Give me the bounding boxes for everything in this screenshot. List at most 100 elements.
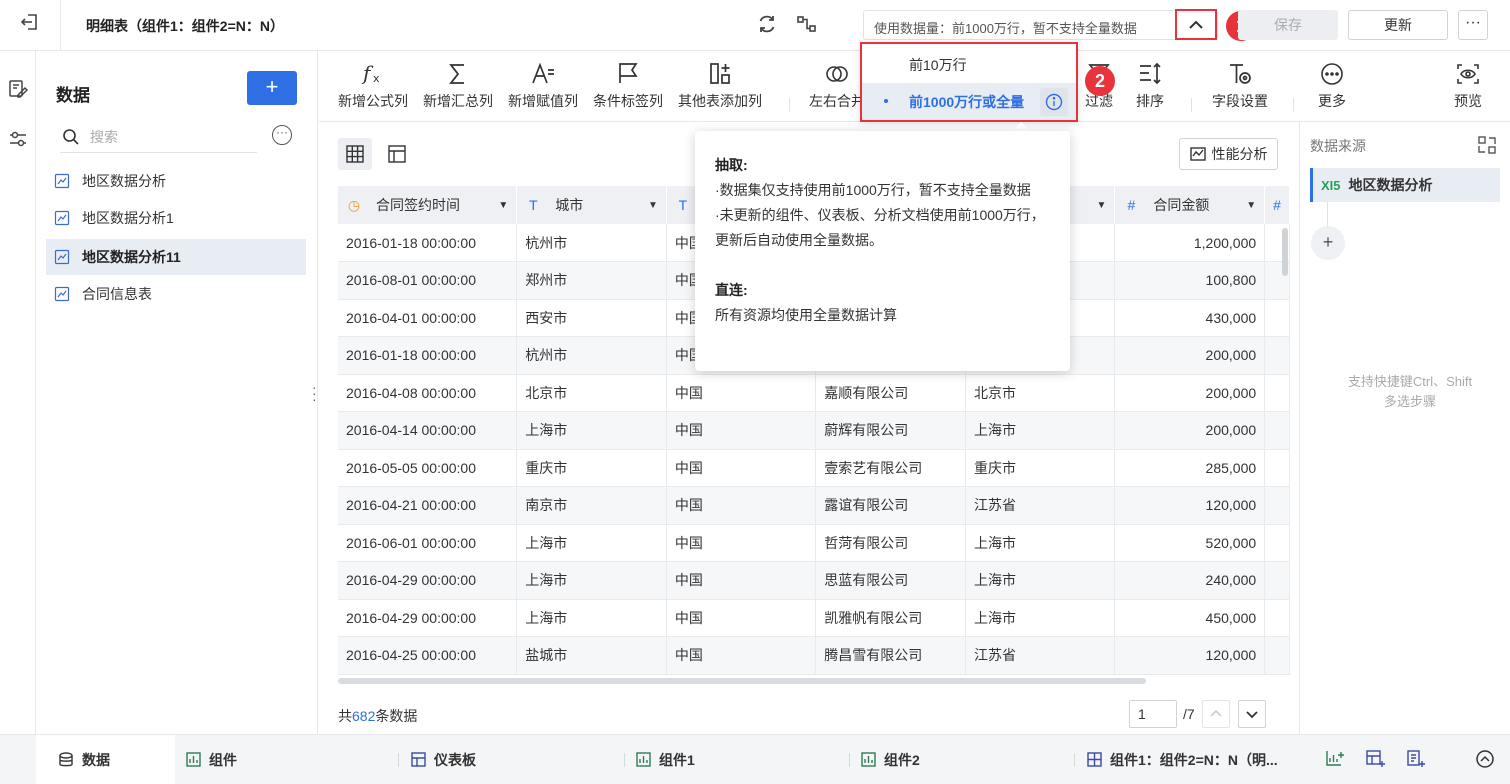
table-cell[interactable]: 盐城市 bbox=[516, 636, 667, 675]
layout-view-button[interactable] bbox=[380, 138, 414, 170]
performance-analysis-button[interactable]: 性能分析 bbox=[1179, 138, 1278, 170]
table-cell[interactable]: 上海市 bbox=[965, 524, 1116, 562]
table-cell[interactable]: 450,000 bbox=[1114, 599, 1266, 637]
table-cell[interactable]: 上海市 bbox=[516, 411, 667, 450]
table-cell[interactable]: 2016-04-14 00:00:00 bbox=[338, 411, 518, 450]
save-button[interactable]: 保存 bbox=[1238, 10, 1338, 40]
caret-down-icon[interactable]: ▼ bbox=[1096, 200, 1106, 211]
search-input[interactable]: 搜索 bbox=[60, 121, 257, 153]
table-cell[interactable]: 蔚辉有限公司 bbox=[815, 411, 966, 450]
table-cell[interactable]: 120,000 bbox=[1114, 636, 1266, 675]
more-tools-button[interactable]: 更多 bbox=[1318, 61, 1346, 111]
table-cell[interactable]: 中国 bbox=[666, 636, 817, 675]
column-header-7[interactable]: # bbox=[1264, 186, 1290, 224]
table-cell[interactable]: 南京市 bbox=[516, 486, 667, 525]
table-cell[interactable]: 腾昌雪有限公司 bbox=[815, 636, 966, 675]
tab-dashboard[interactable]: 仪表板 bbox=[411, 735, 476, 784]
tab-component-2[interactable]: 组件2 bbox=[861, 735, 920, 784]
table-cell[interactable]: 2016-04-21 00:00:00 bbox=[338, 486, 518, 525]
add-summary-column-button[interactable]: 新增汇总列 bbox=[423, 61, 493, 111]
table-cell[interactable]: 中国 bbox=[666, 599, 817, 637]
data-edit-icon[interactable] bbox=[8, 79, 29, 99]
more-icon[interactable]: ··· bbox=[272, 125, 292, 145]
merge-left-right-button[interactable]: 左右合并 bbox=[809, 61, 865, 111]
table-cell[interactable]: 上海市 bbox=[516, 599, 667, 637]
option-first-10m-or-all[interactable]: 前1000万行或全量 bbox=[862, 83, 1076, 120]
table-cell[interactable]: 2016-01-18 00:00:00 bbox=[338, 336, 518, 375]
add-data-button[interactable]: + bbox=[247, 71, 297, 105]
table-cell[interactable]: 北京市 bbox=[516, 374, 667, 412]
tab-data[interactable]: 数据 bbox=[36, 735, 175, 784]
settings-sliders-icon[interactable] bbox=[8, 129, 28, 149]
vertical-scrollbar[interactable] bbox=[1282, 228, 1288, 276]
update-button[interactable]: 更新 bbox=[1348, 10, 1448, 40]
table-cell[interactable]: 杭州市 bbox=[516, 336, 667, 375]
tab-component-1[interactable]: 组件1 bbox=[636, 735, 695, 784]
more-options-button[interactable]: ··· bbox=[1458, 10, 1488, 40]
add-condition-tag-button[interactable]: 条件标签列 bbox=[593, 61, 663, 111]
refresh-icon[interactable] bbox=[756, 13, 778, 35]
table-cell[interactable]: 思蓝有限公司 bbox=[815, 561, 966, 600]
table-cell[interactable]: 2016-04-08 00:00:00 bbox=[338, 374, 518, 412]
page-input[interactable]: 1 bbox=[1129, 700, 1177, 728]
grid-view-button[interactable] bbox=[338, 138, 372, 170]
lineage-icon[interactable] bbox=[796, 13, 818, 35]
table-cell[interactable]: 200,000 bbox=[1114, 374, 1266, 412]
tab-component[interactable]: 组件 bbox=[186, 735, 237, 784]
table-cell[interactable]: 2016-04-29 00:00:00 bbox=[338, 599, 518, 637]
column-header-contract-time[interactable]: ◷ 合同签约时间 ▼ bbox=[338, 186, 518, 224]
info-icon[interactable] bbox=[1040, 88, 1068, 116]
add-assign-column-button[interactable]: 新增赋值列 bbox=[508, 61, 578, 111]
table-cell[interactable]: 露谊有限公司 bbox=[815, 486, 966, 525]
exit-icon[interactable] bbox=[18, 12, 42, 36]
next-page-button[interactable] bbox=[1238, 700, 1266, 728]
table-cell[interactable]: 240,000 bbox=[1114, 561, 1266, 600]
table-cell[interactable]: 嘉顺有限公司 bbox=[815, 374, 966, 412]
table-cell[interactable]: 上海市 bbox=[965, 411, 1116, 450]
add-step-button[interactable]: + bbox=[1311, 226, 1345, 260]
table-cell[interactable]: 杭州市 bbox=[516, 224, 667, 262]
column-header-city[interactable]: T 城市 ▼ bbox=[516, 186, 667, 224]
add-from-other-table-button[interactable]: 其他表添加列 bbox=[678, 61, 762, 111]
table-cell[interactable]: 哲菏有限公司 bbox=[815, 524, 966, 562]
table-cell[interactable]: 上海市 bbox=[965, 561, 1116, 600]
add-formula-column-button[interactable]: fx 新增公式列 bbox=[338, 61, 408, 111]
add-component-icon[interactable] bbox=[1325, 749, 1345, 769]
collapse-tabs-icon[interactable] bbox=[1475, 749, 1495, 769]
table-cell[interactable]: 2016-04-25 00:00:00 bbox=[338, 636, 518, 675]
tree-item-region-analysis-1[interactable]: 地区数据分析1 bbox=[46, 200, 306, 236]
table-cell[interactable]: 2016-04-29 00:00:00 bbox=[338, 561, 518, 600]
table-cell[interactable]: 重庆市 bbox=[516, 449, 667, 487]
caret-down-icon[interactable]: ▼ bbox=[648, 200, 658, 211]
table-cell[interactable]: 凯雅帆有限公司 bbox=[815, 599, 966, 637]
table-cell[interactable]: 2016-06-01 00:00:00 bbox=[338, 524, 518, 562]
table-cell[interactable]: 北京市 bbox=[965, 374, 1116, 412]
tree-item-contract-info[interactable]: 合同信息表 bbox=[46, 276, 306, 312]
tab-detail-table[interactable]: 组件1：组件2=N：N（明... bbox=[1087, 735, 1278, 784]
caret-down-icon[interactable]: ▼ bbox=[498, 200, 508, 211]
add-dashboard-icon[interactable] bbox=[1365, 749, 1385, 769]
data-source-item[interactable]: XI5 地区数据分析 bbox=[1310, 168, 1500, 202]
table-cell[interactable]: 100,800 bbox=[1114, 261, 1266, 300]
table-cell[interactable]: 郑州市 bbox=[516, 261, 667, 300]
horizontal-scrollbar[interactable] bbox=[338, 678, 1146, 684]
panel-resize-handle[interactable]: · · · bbox=[312, 380, 317, 406]
table-cell[interactable]: 2016-05-05 00:00:00 bbox=[338, 449, 518, 487]
table-cell[interactable]: 2016-08-01 00:00:00 bbox=[338, 261, 518, 300]
add-report-icon[interactable] bbox=[1405, 749, 1425, 769]
option-first-100k[interactable]: 前10万行 bbox=[862, 46, 1076, 83]
column-header-contract-amount[interactable]: # 合同金额 ▼ bbox=[1114, 186, 1266, 224]
tree-item-region-analysis[interactable]: 地区数据分析 bbox=[46, 163, 306, 199]
table-cell[interactable]: 中国 bbox=[666, 411, 817, 450]
prev-page-button[interactable] bbox=[1202, 700, 1230, 728]
table-cell[interactable]: 200,000 bbox=[1114, 411, 1266, 450]
table-cell[interactable]: 中国 bbox=[666, 524, 817, 562]
table-cell[interactable]: 430,000 bbox=[1114, 299, 1266, 337]
table-cell[interactable]: 江苏省 bbox=[965, 486, 1116, 525]
table-cell[interactable]: 上海市 bbox=[516, 524, 667, 562]
table-cell[interactable]: 1,200,000 bbox=[1114, 224, 1266, 262]
table-cell[interactable]: 壹索艺有限公司 bbox=[815, 449, 966, 487]
table-cell[interactable]: 2016-04-01 00:00:00 bbox=[338, 299, 518, 337]
caret-down-icon[interactable]: ▼ bbox=[1246, 200, 1256, 211]
field-settings-button[interactable]: 字段设置 bbox=[1212, 61, 1268, 111]
